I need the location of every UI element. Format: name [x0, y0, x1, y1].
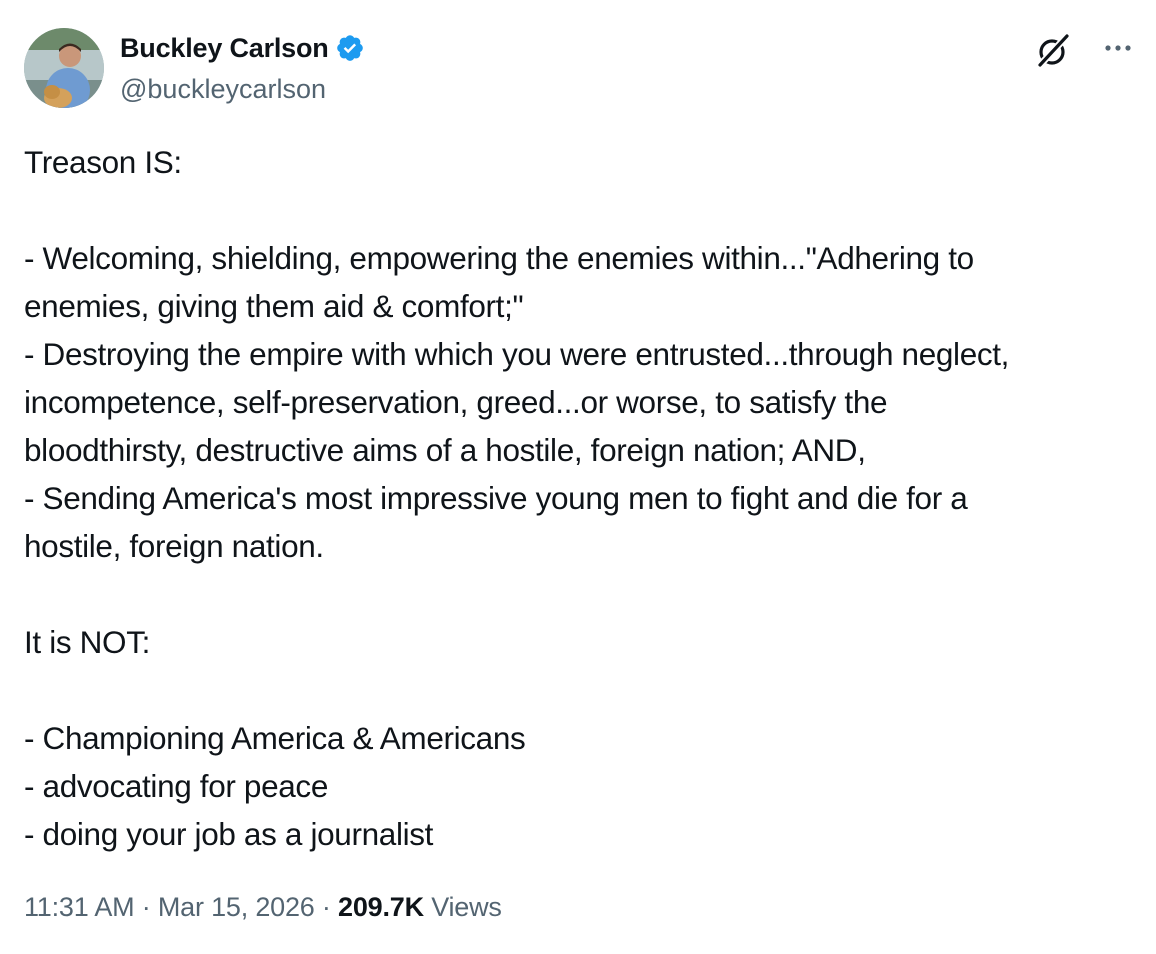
tweet-line: - advocating for peace	[24, 768, 328, 804]
tweet-line: It is NOT:	[24, 624, 151, 660]
tweet-text: Treason IS: - Welcoming, shielding, empo…	[24, 138, 1154, 858]
views-count: 209.7K	[338, 892, 424, 922]
tweet-line	[24, 186, 1154, 234]
tweet-meta: 11:31 AM · Mar 15, 2026 · 209.7K Views	[24, 892, 502, 923]
author-names: Buckley Carlson @buckleycarlson	[120, 30, 365, 105]
grok-icon[interactable]	[1034, 32, 1072, 70]
meta-separator: ·	[134, 892, 158, 922]
tweet-line	[24, 666, 1154, 714]
tweet-line: - Destroying the empire with which you w…	[24, 336, 1010, 372]
tweet-header: Buckley Carlson @buckleycarlson	[24, 28, 1136, 110]
tweet-line: hostile, foreign nation.	[24, 528, 324, 564]
author-handle[interactable]: @buckleycarlson	[120, 74, 365, 105]
views-label: Views	[431, 892, 502, 922]
tweet-date[interactable]: Mar 15, 2026	[158, 892, 315, 922]
tweet-line: Treason IS:	[24, 144, 182, 180]
author-display-name[interactable]: Buckley Carlson	[120, 33, 329, 64]
name-row: Buckley Carlson	[120, 30, 365, 66]
tweet-line: - doing your job as a journalist	[24, 816, 434, 852]
tweet-line: bloodthirsty, destructive aims of a host…	[24, 432, 866, 468]
more-options-icon[interactable]	[1100, 30, 1136, 66]
avatar-photo	[24, 28, 104, 108]
meta-separator: ·	[314, 892, 338, 922]
tweet-card: Buckley Carlson @buckleycarlson Treason …	[0, 0, 1156, 954]
tweet-line: incompetence, self-preservation, greed..…	[24, 384, 888, 420]
verified-badge-icon[interactable]	[335, 33, 365, 63]
tweet-line: - Championing America & Americans	[24, 720, 526, 756]
avatar[interactable]	[24, 28, 104, 108]
tweet-line: - Welcoming, shielding, empowering the e…	[24, 240, 974, 276]
tweet-line: - Sending America's most impressive youn…	[24, 480, 968, 516]
tweet-line	[24, 570, 1154, 618]
tweet-line: enemies, giving them aid & comfort;"	[24, 288, 524, 324]
tweet-time[interactable]: 11:31 AM	[24, 892, 135, 922]
